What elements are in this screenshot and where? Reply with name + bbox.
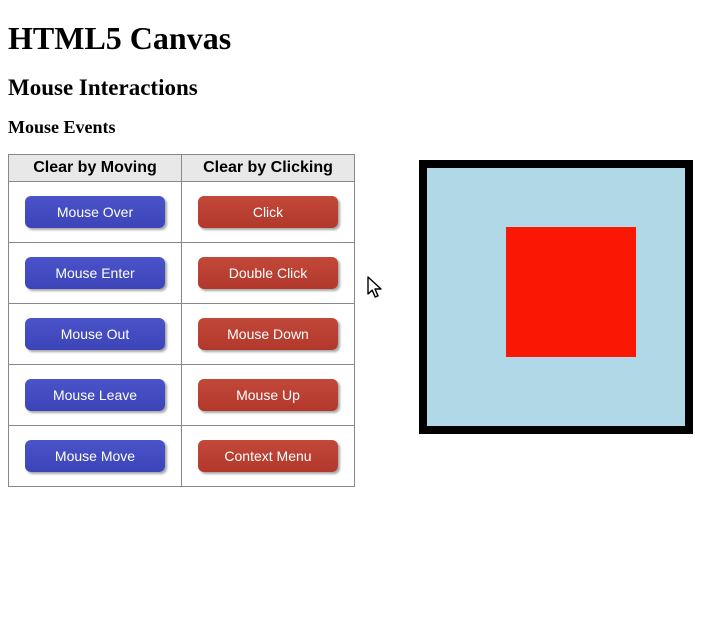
mouse-move-button[interactable]: Mouse Move bbox=[25, 440, 165, 472]
mouse-down-button[interactable]: Mouse Down bbox=[198, 318, 338, 350]
mouse-enter-button[interactable]: Mouse Enter bbox=[25, 257, 165, 289]
click-button[interactable]: Click bbox=[198, 196, 338, 228]
column-header-clicking: Clear by Clicking bbox=[182, 155, 355, 182]
mouse-leave-button[interactable]: Mouse Leave bbox=[25, 379, 165, 411]
table-row: Mouse Enter Double Click bbox=[9, 243, 355, 304]
table-row: Mouse Out Mouse Down bbox=[9, 304, 355, 365]
mouse-events-table: Clear by Moving Clear by Clicking Mouse … bbox=[8, 154, 355, 487]
mouse-out-button[interactable]: Mouse Out bbox=[25, 318, 165, 350]
canvas-red-square[interactable] bbox=[506, 227, 636, 357]
section-title: Mouse Interactions bbox=[8, 75, 716, 101]
table-row: Mouse Move Context Menu bbox=[9, 426, 355, 487]
subsection-title: Mouse Events bbox=[8, 117, 716, 138]
canvas-area[interactable] bbox=[419, 160, 693, 434]
table-row: Mouse Over Click bbox=[9, 182, 355, 243]
mouse-up-button[interactable]: Mouse Up bbox=[198, 379, 338, 411]
column-header-moving: Clear by Moving bbox=[9, 155, 182, 182]
context-menu-button[interactable]: Context Menu bbox=[198, 440, 338, 472]
table-row: Mouse Leave Mouse Up bbox=[9, 365, 355, 426]
double-click-button[interactable]: Double Click bbox=[198, 257, 338, 289]
mouse-over-button[interactable]: Mouse Over bbox=[25, 196, 165, 228]
page-title: HTML5 Canvas bbox=[8, 20, 716, 57]
cursor-icon bbox=[367, 276, 385, 305]
